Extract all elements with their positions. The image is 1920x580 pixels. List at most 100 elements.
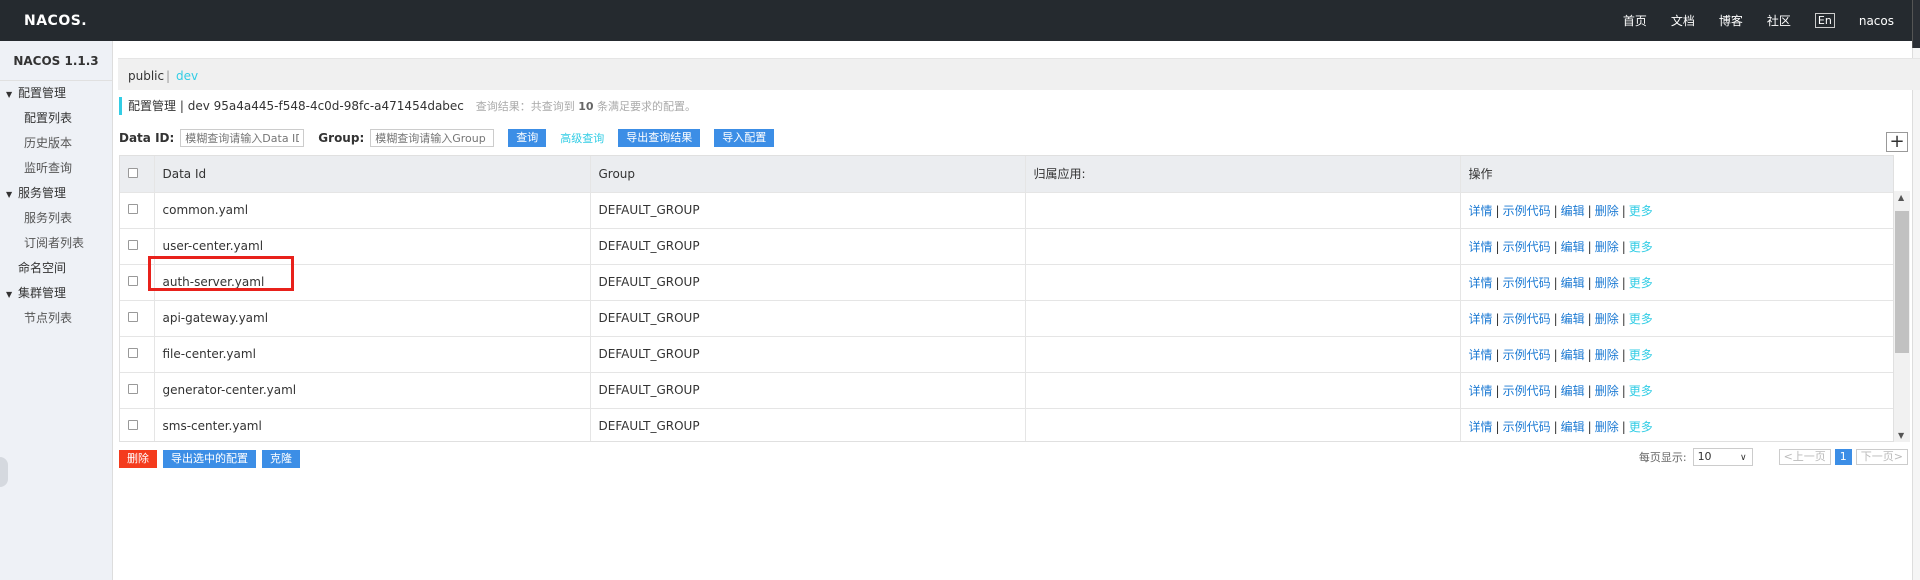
row-checkbox[interactable] — [128, 240, 138, 250]
sample-code-link[interactable]: 示例代码 — [1503, 240, 1551, 254]
clone-button[interactable]: 克隆 — [262, 450, 300, 468]
query-button[interactable]: 查询 — [508, 129, 547, 147]
delete-link[interactable]: 删除 — [1595, 204, 1619, 218]
scroll-thumb[interactable] — [1895, 211, 1909, 353]
sidebar-item-service-list[interactable]: 服务列表 — [0, 206, 112, 231]
export-result-button[interactable]: 导出查询结果 — [618, 129, 701, 147]
sidebar-item-namespace[interactable]: 命名空间 — [0, 256, 112, 281]
result-suffix: 条满足要求的配置。 — [597, 100, 697, 113]
op-separator: | — [1495, 419, 1500, 434]
detail-link[interactable]: 详情 — [1469, 348, 1493, 362]
nav-home[interactable]: 首页 — [1623, 12, 1647, 29]
delete-link[interactable]: 删除 — [1595, 384, 1619, 398]
edit-link[interactable]: 编辑 — [1561, 348, 1585, 362]
sample-code-link[interactable]: 示例代码 — [1503, 420, 1551, 434]
sidebar-item-config-list[interactable]: 配置列表 — [0, 106, 112, 131]
op-separator: | — [1553, 239, 1558, 254]
current-page-button[interactable]: 1 — [1834, 449, 1852, 465]
edit-link[interactable]: 编辑 — [1561, 240, 1585, 254]
namespace-id: dev 95a4a445-f548-4c0d-98fc-a471454dabec — [187, 99, 464, 113]
cell-group: DEFAULT_GROUP — [590, 408, 1026, 441]
delete-link[interactable]: 删除 — [1595, 348, 1619, 362]
scroll-up-icon[interactable]: ▲ — [1898, 193, 1904, 202]
row-checkbox[interactable] — [128, 384, 138, 394]
language-switch-button[interactable]: En — [1814, 13, 1835, 28]
more-link[interactable]: 更多 — [1629, 384, 1653, 398]
more-link[interactable]: 更多 — [1629, 276, 1653, 290]
cell-dataid: sms-center.yaml — [154, 408, 591, 441]
edit-link[interactable]: 编辑 — [1561, 204, 1585, 218]
cell-ops: 详情 | 示例代码 | 编辑 | 删除 | 更多 — [1460, 264, 1893, 301]
detail-link[interactable]: 详情 — [1469, 204, 1493, 218]
nav-docs[interactable]: 文档 — [1671, 12, 1695, 29]
row-checkbox[interactable] — [128, 312, 138, 322]
sidebar-collapse-handle[interactable] — [0, 457, 8, 487]
more-link[interactable]: 更多 — [1629, 204, 1653, 218]
cell-dataid: common.yaml — [154, 192, 591, 229]
nav-community[interactable]: 社区 — [1767, 12, 1791, 29]
more-link[interactable]: 更多 — [1629, 312, 1653, 326]
page-title: 配置管理 | dev 95a4a445-f548-4c0d-98fc-a4714… — [119, 97, 696, 115]
cell-ops: 详情 | 示例代码 | 编辑 | 删除 | 更多 — [1460, 192, 1893, 229]
next-page-button[interactable]: 下一页> — [1855, 449, 1908, 465]
query-result: 查询结果：共查询到 10 条满足要求的配置。 — [476, 100, 696, 113]
detail-link[interactable]: 详情 — [1469, 240, 1493, 254]
nav-blog[interactable]: 博客 — [1719, 12, 1743, 29]
top-header: NACOS. 首页 文档 博客 社区 En nacos — [0, 0, 1920, 41]
op-separator: | — [1621, 239, 1626, 254]
row-checkbox[interactable] — [128, 276, 138, 286]
detail-link[interactable]: 详情 — [1469, 312, 1493, 326]
more-link[interactable]: 更多 — [1629, 240, 1653, 254]
sample-code-link[interactable]: 示例代码 — [1503, 276, 1551, 290]
detail-link[interactable]: 详情 — [1469, 276, 1493, 290]
sidebar-item-history[interactable]: 历史版本 — [0, 131, 112, 156]
nacos-logo[interactable]: NACOS. — [24, 13, 87, 29]
select-all-checkbox[interactable] — [128, 167, 138, 178]
op-separator: | — [1621, 203, 1626, 218]
namespace-public[interactable]: public — [128, 69, 164, 83]
sample-code-link[interactable]: 示例代码 — [1503, 204, 1551, 218]
window-edge — [1912, 0, 1920, 48]
edit-link[interactable]: 编辑 — [1561, 420, 1585, 434]
edit-link[interactable]: 编辑 — [1561, 276, 1585, 290]
column-header-group[interactable]: Group — [590, 156, 1026, 193]
sidebar-item-node-list[interactable]: 节点列表 — [0, 306, 112, 331]
more-link[interactable]: 更多 — [1629, 420, 1653, 434]
advanced-query-link[interactable]: 高级查询 — [560, 130, 604, 146]
import-config-button[interactable]: 导入配置 — [714, 129, 775, 147]
group-search-input[interactable] — [370, 129, 495, 147]
add-config-button[interactable]: + — [1886, 132, 1908, 152]
edit-link[interactable]: 编辑 — [1561, 312, 1585, 326]
delete-selected-button[interactable]: 删除 — [119, 450, 157, 468]
sample-code-link[interactable]: 示例代码 — [1503, 384, 1551, 398]
namespace-dev[interactable]: dev — [176, 69, 198, 83]
sample-code-link[interactable]: 示例代码 — [1503, 348, 1551, 362]
row-checkbox[interactable] — [128, 204, 138, 214]
user-name[interactable]: nacos — [1859, 14, 1894, 28]
scroll-down-icon[interactable]: ▼ — [1898, 431, 1904, 440]
row-checkbox[interactable] — [128, 420, 138, 430]
table-row: api-gateway.yaml DEFAULT_GROUP 详情 | 示例代码 | 编辑 |… — [120, 300, 1893, 337]
delete-link[interactable]: 删除 — [1595, 276, 1619, 290]
sample-code-link[interactable]: 示例代码 — [1503, 312, 1551, 326]
detail-link[interactable]: 详情 — [1469, 384, 1493, 398]
more-link[interactable]: 更多 — [1629, 348, 1653, 362]
sidebar-item-subscriber-list[interactable]: 订阅者列表 — [0, 231, 112, 256]
edit-link[interactable]: 编辑 — [1561, 384, 1585, 398]
sidebar-item-listener[interactable]: 监听查询 — [0, 156, 112, 181]
sidebar-group-service[interactable]: ▼ 服务管理 — [0, 181, 112, 206]
export-selected-button[interactable]: 导出选中的配置 — [163, 450, 256, 468]
row-checkbox[interactable] — [128, 348, 138, 358]
sidebar-group-cluster[interactable]: ▼ 集群管理 — [0, 281, 112, 306]
dataid-search-input[interactable] — [180, 129, 305, 147]
table-scrollbar[interactable]: ▲ ▼ — [1894, 191, 1910, 442]
per-page-select[interactable]: 10 ∨ — [1692, 448, 1753, 466]
detail-link[interactable]: 详情 — [1469, 420, 1493, 434]
column-header-app[interactable]: 归属应用: — [1025, 156, 1461, 193]
prev-page-button[interactable]: <上一页 — [1778, 449, 1831, 465]
delete-link[interactable]: 删除 — [1595, 312, 1619, 326]
delete-link[interactable]: 删除 — [1595, 240, 1619, 254]
delete-link[interactable]: 删除 — [1595, 420, 1619, 434]
sidebar-group-config[interactable]: ▼ 配置管理 — [0, 81, 112, 106]
column-header-dataid[interactable]: Data Id — [154, 156, 591, 193]
